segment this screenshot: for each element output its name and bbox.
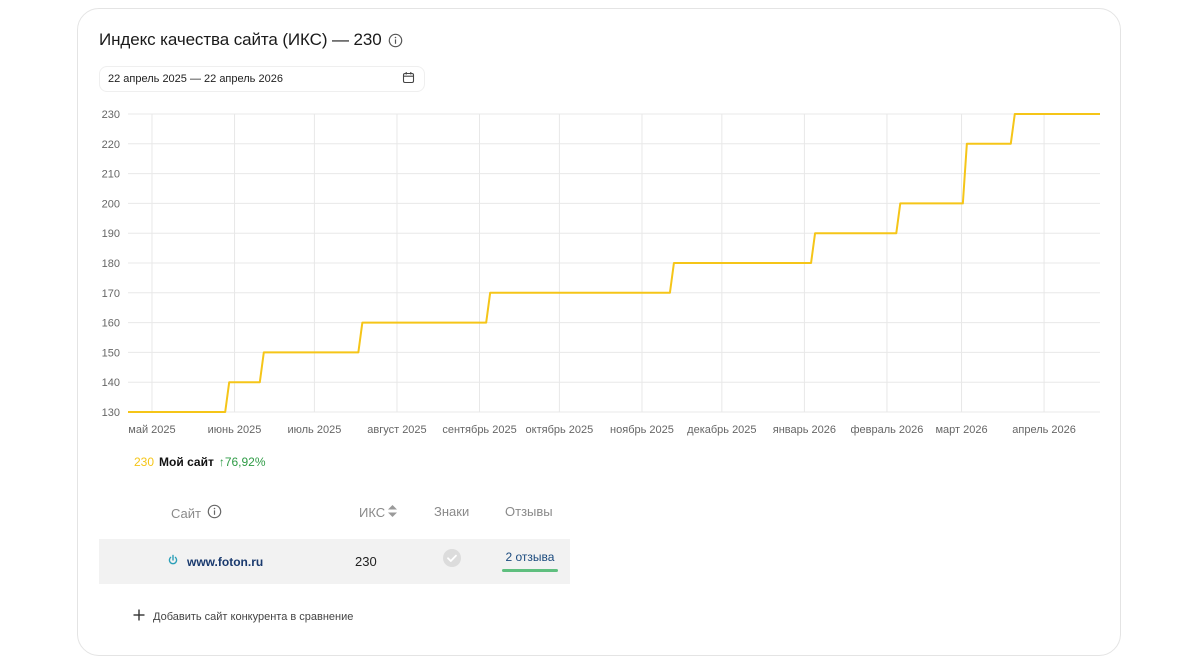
plus-icon	[133, 609, 145, 624]
column-header-site-label: Сайт	[171, 505, 201, 521]
add-competitor-button[interactable]: Добавить сайт конкурента в сравнение	[133, 609, 353, 624]
y-tick-label: 140	[102, 377, 120, 389]
add-competitor-label: Добавить сайт конкурента в сравнение	[153, 610, 354, 623]
calendar-icon	[402, 71, 415, 87]
y-tick-label: 200	[102, 198, 120, 210]
column-header-reviews: Отзывы	[505, 504, 553, 519]
x-tick-label: март 2026	[935, 424, 987, 436]
x-tick-label: ноябрь 2025	[610, 424, 674, 436]
x-tick-label: май 2025	[128, 424, 175, 436]
iks-card: Индекс качества сайта (ИКС) — 230 22 апр…	[77, 8, 1121, 656]
iks-chart-svg: 130 140 150 160 170 180 190 200 210 220 230 май 202…	[102, 109, 1100, 436]
column-header-iks-label: ИКС	[359, 505, 386, 520]
check-badge-icon	[442, 548, 462, 573]
y-tick-label: 220	[102, 139, 120, 151]
site-cell: www.foton.ru	[167, 553, 263, 571]
iks-value: 230	[355, 554, 377, 569]
y-tick-label: 170	[102, 288, 120, 300]
sort-icon	[387, 504, 398, 521]
iks-chart: 130 140 150 160 170 180 190 200 210 220 230 май 202…	[78, 104, 1122, 454]
table-row: www.foton.ru 230 2 отзыва	[99, 539, 570, 584]
y-tick-label: 130	[102, 407, 120, 419]
column-header-signs: Знаки	[434, 504, 469, 519]
y-tick-label: 210	[102, 169, 120, 181]
x-tick-label: апрель 2026	[1012, 424, 1076, 436]
x-tick-label: октябрь 2025	[526, 424, 594, 436]
legend-series-name: Мой сайт	[159, 455, 214, 469]
legend-value: 230	[134, 455, 155, 469]
column-header-reviews-label: Отзывы	[505, 504, 553, 519]
title-row: Индекс качества сайта (ИКС) — 230	[99, 30, 403, 50]
legend-delta: ↑76,92%	[218, 455, 266, 469]
reviews-link[interactable]: 2 отзыва	[502, 550, 558, 564]
chart-legend: 230 Мой сайт ↑76,92%	[134, 455, 266, 469]
date-range-text: 22 апрель 2025 — 22 апрель 2026	[108, 73, 283, 85]
x-tick-label: август 2025	[367, 424, 426, 436]
info-icon[interactable]	[388, 33, 403, 48]
info-icon[interactable]	[207, 504, 222, 522]
column-header-site: Сайт	[171, 504, 222, 522]
x-tick-label: сентябрь 2025	[442, 424, 516, 436]
y-tick-label: 160	[102, 318, 120, 330]
page-title: Индекс качества сайта (ИКС) — 230	[99, 30, 382, 49]
y-tick-label: 190	[102, 228, 120, 240]
x-tick-label: январь 2026	[773, 424, 836, 436]
reviews-cell: 2 отзыва	[502, 550, 558, 572]
y-tick-label: 230	[102, 109, 120, 121]
site-favicon-icon	[167, 553, 179, 571]
date-range-picker[interactable]: 22 апрель 2025 — 22 апрель 2026	[99, 66, 425, 92]
x-tick-label: декабрь 2025	[687, 424, 756, 436]
site-link[interactable]: www.foton.ru	[187, 555, 263, 569]
column-header-iks[interactable]: ИКС	[359, 504, 398, 521]
reviews-rating-bar	[502, 569, 558, 572]
column-header-signs-label: Знаки	[434, 504, 470, 519]
x-tick-label: февраль 2026	[850, 424, 923, 436]
y-tick-label: 180	[102, 258, 120, 270]
x-tick-label: июнь 2025	[208, 424, 262, 436]
x-tick-label: июль 2025	[287, 424, 341, 436]
y-tick-label: 150	[102, 347, 120, 359]
